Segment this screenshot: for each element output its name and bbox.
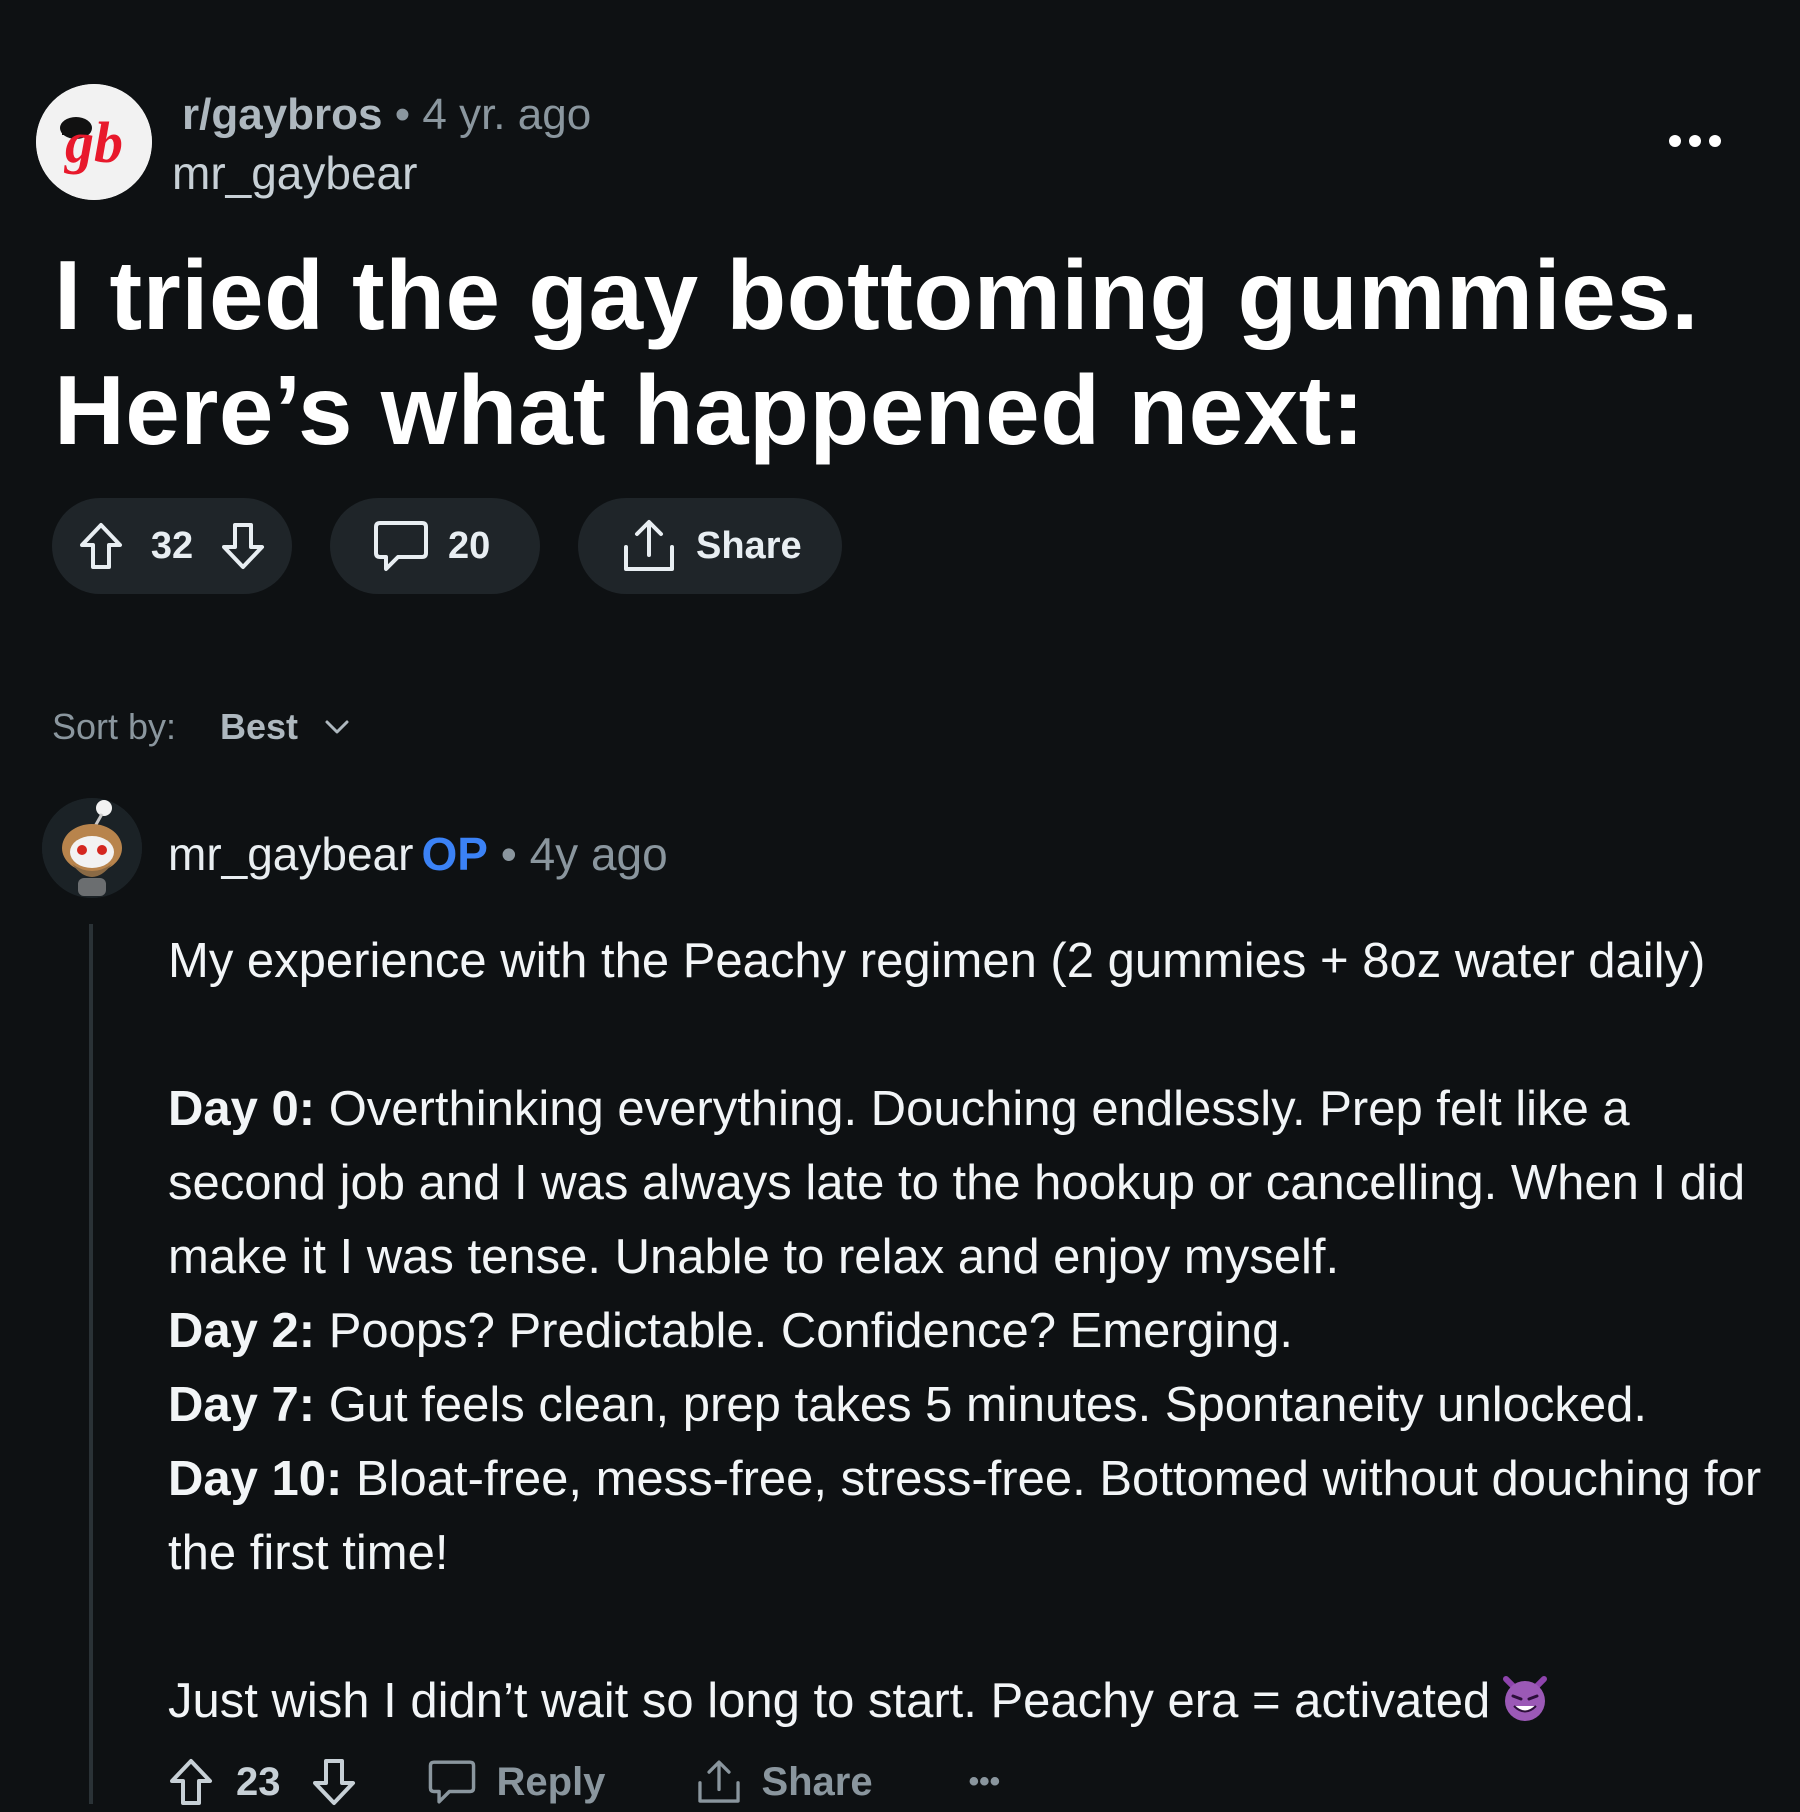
comment-closing: Just wish I didn’t wait so long to start… <box>168 1664 1768 1744</box>
post-title-line-2: Here’s what happened next: <box>54 355 1365 465</box>
sort-chevron-button[interactable] <box>322 712 352 747</box>
post-time: 4 yr. ago <box>422 90 592 139</box>
speech-bubble-icon <box>374 521 428 571</box>
day-0-text: Overthinking everything. Douching endles… <box>168 1082 1746 1284</box>
day-7-text: Gut feels clean, prep takes 5 minutes. S… <box>315 1378 1648 1432</box>
thread-line[interactable] <box>89 924 93 1804</box>
share-button[interactable]: Share <box>578 498 842 594</box>
comment-count: 20 <box>448 524 491 567</box>
reply-label: Reply <box>496 1759 606 1804</box>
day-10-entry: Day 10: Bloat-free, mess-free, stress-fr… <box>168 1442 1768 1590</box>
arrow-down-icon <box>222 523 264 569</box>
day-10-text: Bloat-free, mess-free, stress-free. Bott… <box>168 1452 1762 1580</box>
day-2-label: Day 2: <box>168 1304 316 1358</box>
closing-text: Just wish I didn’t wait so long to start… <box>168 1674 1491 1728</box>
comments-button[interactable]: 20 <box>330 498 540 594</box>
share-upload-icon <box>624 520 674 571</box>
vote-bar: 32 <box>52 498 292 594</box>
post-title[interactable]: I tried the gay bottoming gummies. Here’… <box>54 238 1774 468</box>
comment-actions: 23 Reply Share ••• <box>168 1752 1000 1812</box>
more-options-button[interactable] <box>1666 126 1724 156</box>
comment-share-label: Share <box>761 1759 873 1804</box>
comment-meta: mr_gaybear OP • 4y ago <box>168 826 668 882</box>
comment-more-button[interactable]: ••• <box>969 1765 1001 1799</box>
svg-text:gb: gb <box>63 110 123 175</box>
smiling-devil-icon <box>1500 1670 1550 1744</box>
sort-dropdown[interactable]: Best <box>220 706 298 748</box>
day-2-text: Poops? Predictable. Confidence? Emerging… <box>315 1304 1293 1358</box>
subreddit-avatar[interactable]: gb <box>36 84 152 200</box>
snoo-avatar-icon <box>42 798 142 898</box>
op-badge: OP <box>421 828 488 880</box>
comment-intro: My experience with the Peachy regimen (2… <box>168 934 1706 988</box>
post-score: 32 <box>150 524 194 567</box>
downvote-button[interactable] <box>220 521 266 571</box>
arrow-up-icon <box>80 523 122 569</box>
separator-dot: • <box>500 828 517 880</box>
share-label: Share <box>696 524 802 567</box>
subreddit-link[interactable]: r/gaybros <box>182 90 383 139</box>
comment-avatar[interactable] <box>42 798 142 898</box>
comment-author[interactable]: mr_gaybear <box>168 828 413 880</box>
chevron-down-icon <box>325 720 349 734</box>
day-7-entry: Day 7: Gut feels clean, prep takes 5 min… <box>168 1368 1768 1442</box>
separator-dot: • <box>394 90 411 139</box>
day-0-label: Day 0: <box>168 1082 316 1136</box>
day-7-label: Day 7: <box>168 1378 316 1432</box>
sort-label: Sort by: <box>52 706 177 747</box>
post-author[interactable]: mr_gaybear <box>172 146 417 200</box>
post-title-line-1: I tried the gay bottoming gummies. <box>54 240 1700 350</box>
day-2-entry: Day 2: Poops? Predictable. Confidence? E… <box>168 1294 1768 1368</box>
ellipsis-icon <box>1669 135 1721 147</box>
post-meta: r/gaybros • 4 yr. ago <box>182 88 591 142</box>
day-0-entry: Day 0: Overthinking everything. Douching… <box>168 1072 1768 1294</box>
comment-time: 4y ago <box>529 828 668 880</box>
comment-score: 23 <box>236 1759 281 1804</box>
gb-logo-icon: gb <box>36 84 152 200</box>
day-10-label: Day 10: <box>168 1452 343 1506</box>
comment-body: My experience with the Peachy regimen (2… <box>168 924 1768 1744</box>
upvote-button[interactable] <box>78 521 124 571</box>
